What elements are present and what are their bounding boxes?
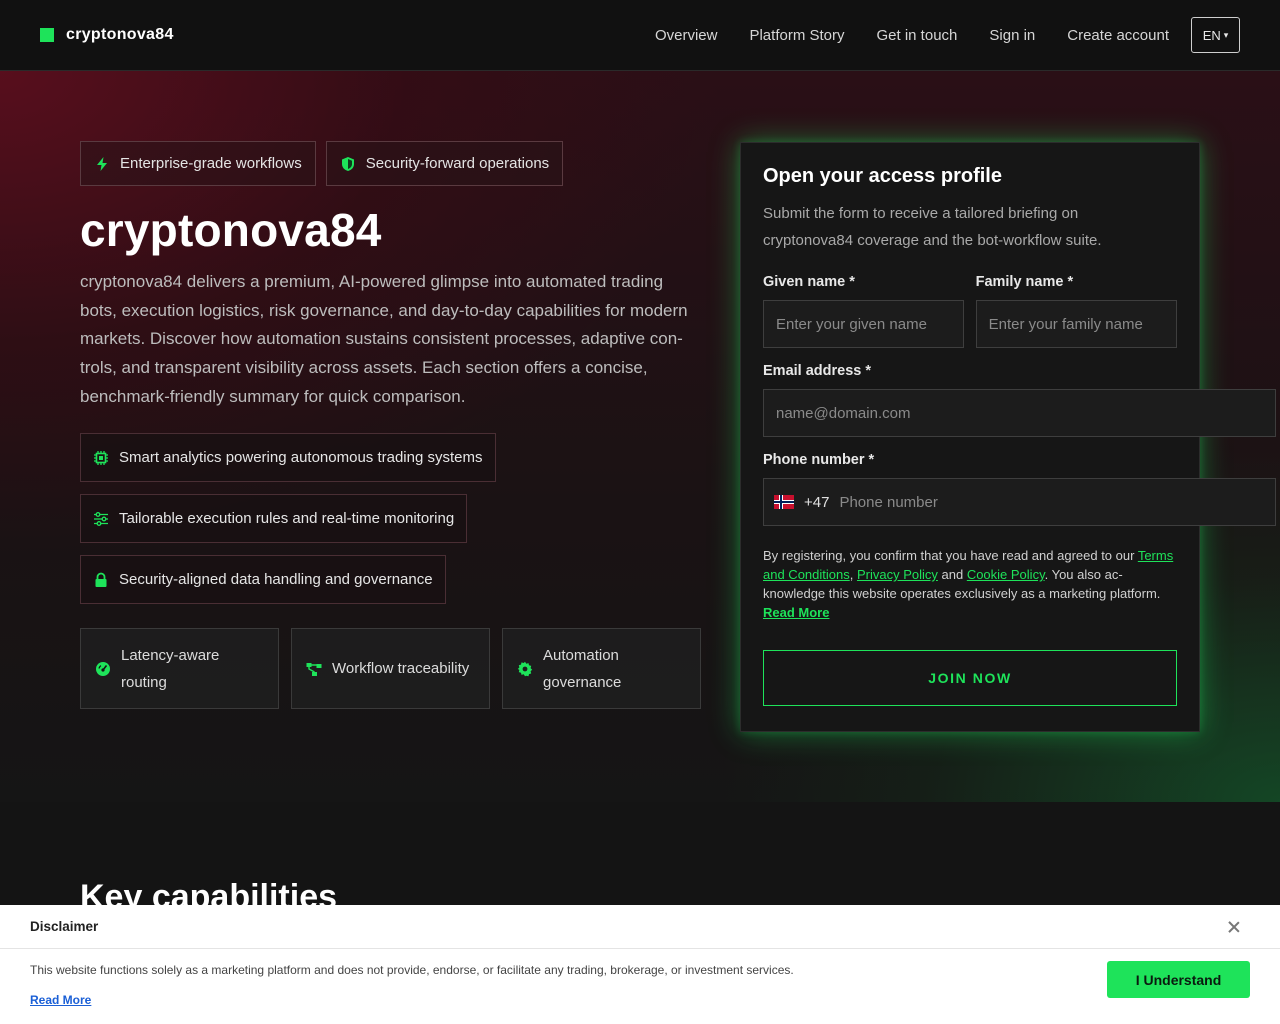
form-title: Open your access profile — [763, 165, 1002, 187]
given-name-field: Given name * Enter your given name — [763, 274, 964, 348]
nav-link-get-in-touch[interactable]: Get in touch — [877, 27, 958, 44]
hero-badges: Enterprise-grade workflows Security-forw… — [80, 141, 564, 186]
feature-label: Tailorable execution rules and real-time… — [119, 510, 455, 527]
brand[interactable]: cryptonova84 — [40, 26, 174, 44]
family-name-label: Family name * — [975, 274, 1074, 290]
caret-down-icon: ▾ — [1223, 29, 1229, 40]
legal-prefix: By registering, you confirm that you hav… — [763, 548, 1138, 563]
phone-placeholder: Phone number — [839, 493, 938, 511]
top-navbar: cryptonova84 Overview Platform Story Get… — [0, 0, 1280, 71]
email-placeholder: name@domain.com — [776, 404, 911, 422]
gear-icon — [517, 661, 533, 677]
card-automation-governance: Automation governance — [502, 628, 701, 709]
lock-icon — [93, 572, 109, 588]
nav-link-platform-story[interactable]: Platform Story — [749, 27, 844, 44]
card-label: Latency-aware routing — [121, 646, 220, 691]
badge-enterprise: Enterprise-grade workflows — [80, 141, 316, 186]
card-label: Automation governance — [543, 646, 622, 691]
feature-smart-analytics: Smart analytics powering autonomous trad… — [80, 433, 496, 482]
given-name-label: Given name * — [763, 274, 855, 290]
i-understand-button[interactable]: I Understand — [1107, 961, 1250, 998]
legal-and: and — [937, 567, 967, 582]
name-row: Given name * Enter your given name Famil… — [763, 274, 1177, 348]
chip-icon — [93, 450, 109, 466]
hero-section: Enterprise-grade workflows Security-forw… — [0, 71, 1280, 802]
capability-cards: Latency-aware routing Workflow traceabil… — [80, 628, 701, 709]
card-workflow-traceability: Workflow traceability — [291, 628, 490, 709]
workflow-icon — [306, 661, 322, 677]
phone-label: Phone number * — [763, 452, 875, 468]
nav-link-overview[interactable]: Overview — [655, 27, 718, 44]
card-latency-routing: Latency-aware routing — [80, 628, 279, 709]
email-field: Email address * name@domain.com — [763, 363, 1276, 437]
family-name-field: Family name * Enter your family name — [975, 274, 1177, 348]
feature-security-data: Security-aligned data handling and gover… — [80, 555, 446, 604]
brand-logo-icon — [40, 28, 54, 42]
language-selector[interactable]: EN ▾ — [1191, 17, 1240, 53]
nav-links: Overview Platform Story Get in touch Sig… — [655, 17, 1240, 53]
given-name-input[interactable]: Enter your given name — [763, 300, 964, 348]
disclaimer-header: Disclaimer — [0, 905, 1280, 949]
feature-label: Smart analytics powering autonomous trad… — [119, 449, 483, 466]
family-name-placeholder: Enter your family name — [988, 315, 1143, 333]
language-label: EN — [1202, 27, 1221, 43]
badge-label: Security-forward operations — [365, 155, 550, 172]
email-input[interactable]: name@domain.com — [763, 389, 1276, 437]
hero-title: cryptonova84 — [80, 204, 382, 256]
disclaimer-text: This website functions solely as a marke… — [30, 963, 794, 977]
norway-flag-icon[interactable] — [774, 495, 794, 509]
close-icon[interactable] — [1226, 919, 1242, 935]
nav-link-create-account[interactable]: Create account — [1067, 27, 1169, 44]
form-subtitle: Submit the form to receive a tailored br… — [763, 205, 1102, 249]
card-label: Workflow traceability — [332, 660, 470, 677]
email-label: Email address * — [763, 363, 871, 379]
sliders-icon — [93, 511, 109, 527]
phone-input[interactable]: +47 Phone number — [763, 478, 1276, 526]
family-name-input[interactable]: Enter your family name — [975, 300, 1177, 348]
badge-label: Enterprise-grade workflows — [120, 155, 302, 172]
phone-country-code: +47 — [804, 493, 830, 511]
read-more-link[interactable]: Read More — [763, 605, 829, 620]
nav-link-sign-in[interactable]: Sign in — [989, 27, 1035, 44]
feature-execution-rules: Tailorable execution rules and real-time… — [80, 494, 468, 543]
badge-security: Security-forward operations — [325, 141, 564, 186]
shield-icon — [340, 156, 356, 172]
disclaimer-title: Disclaimer — [30, 919, 99, 934]
feature-label: Security-aligned data handling and gover… — [119, 571, 433, 588]
phone-field: Phone number * +47 Phone number — [763, 452, 1276, 526]
hero-description: cryptonova84 delivers a premium, AI-powe… — [80, 272, 688, 406]
gauge-icon — [95, 661, 111, 677]
disclaimer-banner: Disclaimer This website functions solely… — [0, 905, 1280, 1024]
disclaimer-read-more-link[interactable]: Read More — [30, 993, 91, 1007]
given-name-placeholder: Enter your given name — [776, 315, 927, 333]
brand-name: cryptonova84 — [66, 26, 174, 43]
join-now-button[interactable]: JOIN NOW — [763, 650, 1177, 706]
privacy-link[interactable]: Privacy Policy — [857, 567, 938, 582]
signup-form: Open your access profile Submit the form… — [740, 142, 1276, 732]
lightning-icon — [94, 156, 110, 172]
cookie-link[interactable]: Cookie Policy — [967, 567, 1045, 582]
legal-notice: By registering, you confirm that you hav… — [763, 548, 1174, 620]
